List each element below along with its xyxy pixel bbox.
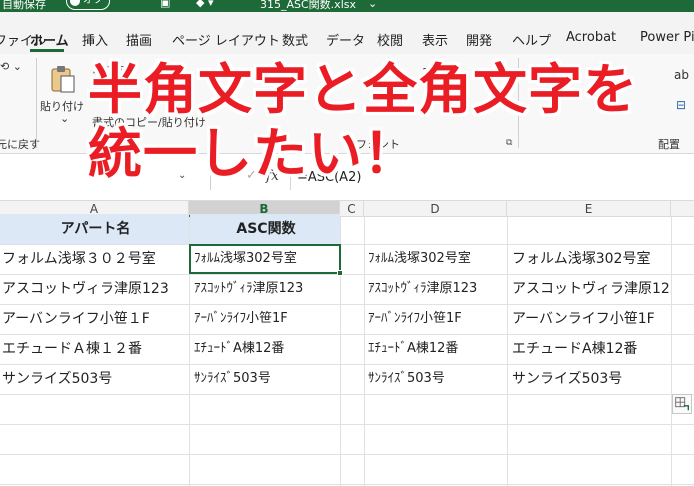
undo-group-label: 元に戻す <box>0 138 40 151</box>
undo-dropdown-icon[interactable]: ◆ ▾ <box>196 0 213 9</box>
cell-d3[interactable]: ｱｽｺｯﾄｳﾞｨﾗ津原123 <box>366 274 507 304</box>
grid-line <box>0 394 694 395</box>
tab-help[interactable]: ヘルプ <box>512 30 551 49</box>
cell-e2[interactable]: フォルム浅塚302号室 <box>510 244 671 274</box>
cell-d2[interactable]: ﾌｫﾙﾑ浅塚302号室 <box>366 244 507 274</box>
paste-dropdown-icon[interactable]: ⌄ <box>60 112 69 125</box>
tab-review[interactable]: 校閲 <box>377 30 403 49</box>
grid-line <box>507 217 508 486</box>
column-header-c[interactable]: C <box>340 201 364 217</box>
headline-line-2: 統一したい！ <box>88 122 418 185</box>
headline-line-1: 半角文字と全角文字を <box>88 58 638 121</box>
grid-line <box>364 217 365 486</box>
paste-icon[interactable] <box>50 64 76 94</box>
cell-d6[interactable]: ｻﾝﾗｲｽﾞ503号 <box>366 364 507 394</box>
toggle-knob <box>70 0 80 6</box>
tab-page-layout[interactable]: ページ レイアウト <box>172 30 280 49</box>
tab-developer[interactable]: 開発 <box>466 30 492 49</box>
alignment-group-label: 配置 <box>658 138 680 151</box>
cell-e5[interactable]: エチュードA棟12番 <box>510 334 671 364</box>
tab-view[interactable]: 表示 <box>422 30 448 49</box>
tab-draw[interactable]: 描画 <box>126 30 152 49</box>
tab-insert[interactable]: 挿入 <box>82 30 108 49</box>
autosave-label: 自動保存 <box>2 0 46 11</box>
grid-line <box>0 454 694 455</box>
active-tab-indicator <box>30 49 64 52</box>
cell-a2[interactable]: フォルム浅塚３０２号室 <box>0 244 189 274</box>
cell-e4[interactable]: アーバンライフ小笹1F <box>510 304 671 334</box>
title-bar: 自動保存 オフ ▣ ◆ ▾ 315_ASC関数.xlsx ⌄ <box>0 0 694 12</box>
fill-handle[interactable] <box>337 270 343 276</box>
cell-d4[interactable]: ｱｰﾊﾞﾝﾗｲﾌ小笹1F <box>366 304 507 334</box>
title-chevron-icon[interactable]: ⌄ <box>368 0 377 10</box>
cell-a4[interactable]: アーバンライフ小笹１F <box>0 304 189 334</box>
cell-e3[interactable]: アスコットヴィラ津原123 <box>510 274 671 304</box>
window-title: 315_ASC関数.xlsx <box>260 0 356 11</box>
tab-home[interactable]: ホーム <box>30 30 69 49</box>
headline-overlay: 半角文字と全角文字を 統一したい！ <box>88 58 638 186</box>
cell-b4[interactable]: ｱｰﾊﾞﾝﾗｲﾌ小笹1F <box>192 304 340 334</box>
cell-a1[interactable]: アパート名 <box>0 214 189 244</box>
cell-e6[interactable]: サンライズ503号 <box>510 364 671 394</box>
cell-b6[interactable]: ｻﾝﾗｲｽﾞ503号 <box>192 364 340 394</box>
autosave-toggle[interactable]: オフ <box>66 0 110 10</box>
save-icon[interactable]: ▣ <box>160 0 170 9</box>
worksheet-grid[interactable]: アパート名 ASC関数 フォルム浅塚３０２号室 アスコットヴィラ津原123 アー… <box>0 214 694 486</box>
grid-line <box>671 217 672 486</box>
group-divider <box>36 58 37 148</box>
active-cell-border <box>189 244 341 274</box>
tab-acrobat[interactable]: Acrobat <box>566 30 616 45</box>
wrap-text-icon[interactable]: ⊟ <box>676 98 686 112</box>
cell-a3[interactable]: アスコットヴィラ津原123 <box>0 274 189 304</box>
cell-b5[interactable]: ｴﾁｭｰﾄﾞA棟12番 <box>192 334 340 364</box>
quick-analysis-icon[interactable] <box>672 394 692 414</box>
toggle-label: オフ <box>83 0 103 6</box>
undo-dropdown-icon[interactable]: ⟲ ⌄ <box>0 60 22 73</box>
tab-data[interactable]: データ <box>326 30 365 49</box>
cell-a6[interactable]: サンライズ503号 <box>0 364 189 394</box>
grid-line <box>0 424 694 425</box>
orientation-icon[interactable]: ab <box>674 68 689 82</box>
cell-d5[interactable]: ｴﾁｭｰﾄﾞA棟12番 <box>366 334 507 364</box>
grid-line <box>0 484 694 485</box>
tab-power-pivot[interactable]: Power Pivot <box>640 30 694 45</box>
cell-b1[interactable]: ASC関数 <box>190 214 340 244</box>
column-header-e[interactable]: E <box>507 201 671 217</box>
cell-a5[interactable]: エチュードＡ棟１２番 <box>0 334 189 364</box>
column-header-d[interactable]: D <box>364 201 507 217</box>
cell-b3[interactable]: ｱｽｺｯﾄｳﾞｨﾗ津原123 <box>192 274 340 304</box>
ribbon-tabs: ファイル ホーム 挿入 描画 ページ レイアウト 数式 データ 校閲 表示 開発… <box>0 12 694 54</box>
tab-formulas[interactable]: 数式 <box>282 30 308 49</box>
